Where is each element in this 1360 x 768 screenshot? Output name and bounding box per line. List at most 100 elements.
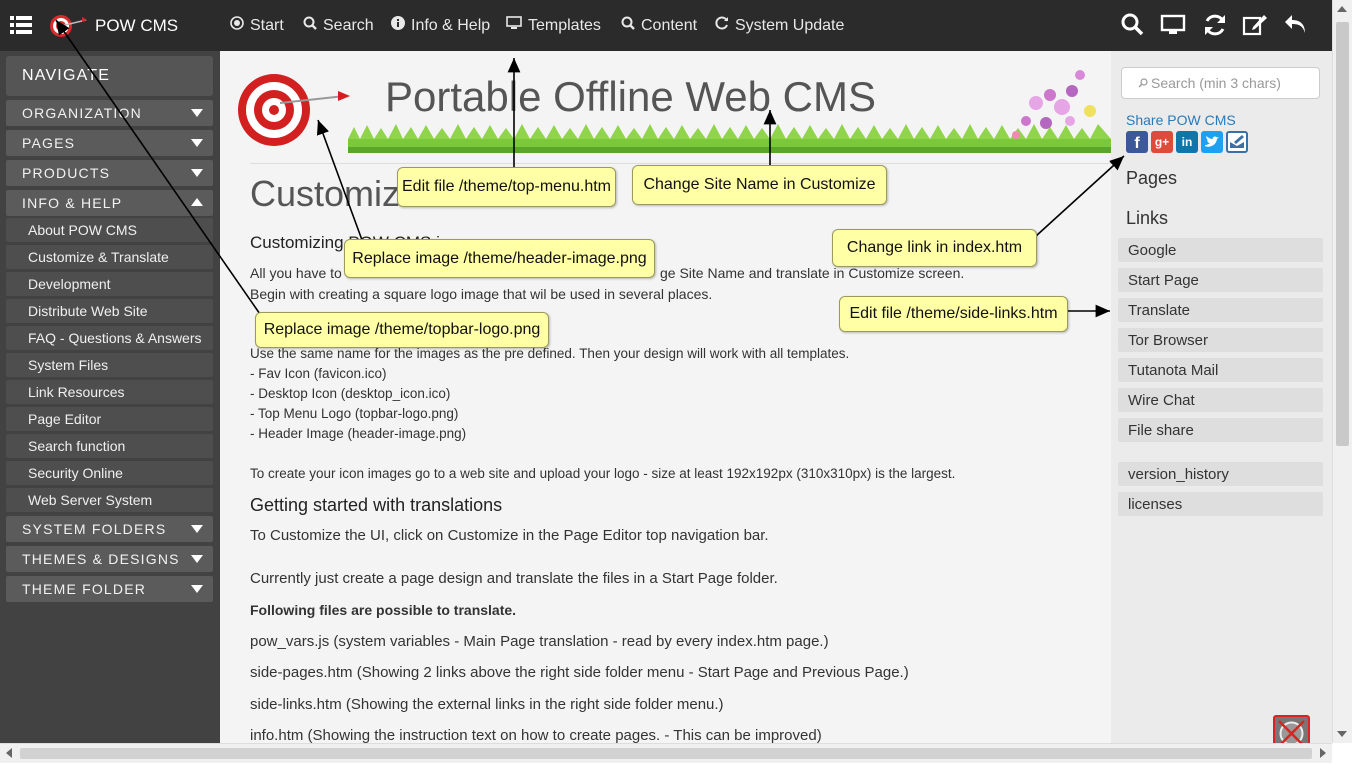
- section-themes-designs-label: THEMES & DESIGNS: [22, 551, 180, 567]
- section-products-label: PRODUCTS: [22, 165, 111, 181]
- link-version-history[interactable]: version_history: [1118, 462, 1323, 486]
- edit-icon[interactable]: [1242, 12, 1268, 38]
- translations-heading: Getting started with translations: [250, 495, 503, 515]
- link-translate[interactable]: Translate: [1118, 298, 1323, 322]
- menu-content-label: Content: [641, 16, 698, 34]
- sidebar-item-web-server[interactable]: Web Server System: [6, 488, 213, 512]
- hamburger-menu-icon[interactable]: [10, 16, 32, 34]
- link-start-page[interactable]: Start Page: [1118, 268, 1323, 292]
- paragraph-1a: All you have to: [250, 265, 342, 281]
- note-header-image: Replace image /theme/header-image.png: [344, 239, 655, 278]
- chevron-down-icon: [191, 585, 203, 593]
- sidebar-item-distribute[interactable]: Distribute Web Site: [6, 299, 213, 323]
- page-title: Customiz: [250, 173, 401, 214]
- link-google[interactable]: Google: [1118, 238, 1323, 262]
- pages-heading: Pages: [1126, 168, 1178, 188]
- section-organization-label: ORGANIZATION: [22, 105, 142, 121]
- google-plus-icon[interactable]: g+: [1151, 131, 1173, 153]
- section-system-folders[interactable]: SYSTEM FOLDERS: [6, 516, 213, 542]
- sidebar-item-page-editor[interactable]: Page Editor: [6, 407, 213, 431]
- right-sidebar: Search (min 3 chars) Share POW CMS f g+ …: [1111, 51, 1332, 752]
- horizontal-scrollbar[interactable]: [0, 743, 1332, 763]
- sidebar-item-faq[interactable]: FAQ - Questions & Answers: [6, 326, 213, 350]
- section-pages[interactable]: PAGES: [6, 130, 213, 156]
- search-icon: [1138, 75, 1148, 91]
- facebook-icon[interactable]: f: [1126, 131, 1148, 153]
- file-item: side-pages.htm (Showing 2 links above th…: [250, 664, 909, 681]
- sidebar-item-security-online[interactable]: Security Online: [6, 461, 213, 485]
- sidebar-item-link-resources[interactable]: Link Resources: [6, 380, 213, 404]
- sidebar-item-search-function[interactable]: Search function: [6, 434, 213, 458]
- back-arrow-icon[interactable]: [1283, 12, 1309, 38]
- sidebar-item-about[interactable]: About POW CMS: [6, 218, 213, 242]
- monitor-icon[interactable]: [1160, 12, 1186, 38]
- chevron-down-icon: [191, 139, 203, 147]
- menu-info-help[interactable]: Info & Help: [391, 0, 490, 51]
- link-wire-chat[interactable]: Wire Chat: [1118, 388, 1323, 412]
- paragraph-4: To create your icon images go to a web s…: [250, 466, 956, 481]
- navigate-heading: NAVIGATE: [6, 56, 213, 96]
- list-item: - Header Image (header-image.png): [250, 426, 467, 441]
- scroll-up-icon[interactable]: [1337, 6, 1347, 12]
- main-content: Portable Offline Web CMS Customiz Custom…: [220, 51, 1111, 743]
- scroll-thumb[interactable]: [1336, 22, 1349, 446]
- note-topbar-logo: Replace image /theme/topbar-logo.png: [255, 312, 549, 348]
- email-icon[interactable]: [1226, 131, 1248, 153]
- menu-system-update[interactable]: System Update: [715, 0, 844, 51]
- chevron-down-icon: [191, 555, 203, 563]
- twitter-icon[interactable]: [1201, 131, 1223, 153]
- scroll-down-icon[interactable]: [1337, 731, 1347, 737]
- link-file-share[interactable]: File share: [1118, 418, 1323, 442]
- search-icon: [621, 16, 635, 35]
- search-input[interactable]: Search (min 3 chars): [1121, 67, 1320, 99]
- paragraph-3: Use the same name for the images as the …: [250, 346, 850, 361]
- topbar-logo[interactable]: [48, 12, 88, 40]
- sidebar-item-development[interactable]: Development: [6, 272, 213, 296]
- menu-templates-label: Templates: [528, 16, 601, 34]
- section-products[interactable]: PRODUCTS: [6, 160, 213, 186]
- section-system-folders-label: SYSTEM FOLDERS: [22, 521, 167, 537]
- bold-text: Following files are possible to translat…: [250, 602, 517, 618]
- menu-search-label: Search: [323, 16, 374, 34]
- chevron-down-icon: [191, 525, 203, 533]
- section-themes-designs[interactable]: THEMES & DESIGNS: [6, 546, 213, 572]
- note-side-links: Edit file /theme/side-links.htm: [839, 296, 1068, 332]
- section-organization[interactable]: ORGANIZATION: [6, 100, 213, 126]
- menu-content[interactable]: Content: [621, 0, 697, 51]
- refresh-icon[interactable]: [1202, 12, 1228, 38]
- menu-start[interactable]: Start: [230, 0, 284, 51]
- section-theme-folder-label: THEME FOLDER: [22, 581, 147, 597]
- linkedin-icon[interactable]: in: [1176, 131, 1198, 153]
- note-index-link: Change link in index.htm: [832, 229, 1037, 267]
- section-theme-folder[interactable]: THEME FOLDER: [6, 576, 213, 602]
- top-navigation-bar: POW CMS Start Search Info & Help Templat…: [0, 0, 1332, 51]
- divider: [250, 163, 1111, 164]
- link-tor-browser[interactable]: Tor Browser: [1118, 328, 1323, 352]
- paragraph-6: Currently just create a page design and …: [250, 570, 778, 587]
- chevron-down-icon: [191, 169, 203, 177]
- scroll-left-icon[interactable]: [6, 748, 12, 758]
- sidebar-item-customize[interactable]: Customize & Translate: [6, 245, 213, 269]
- menu-templates[interactable]: Templates: [506, 0, 601, 51]
- paragraph-2: Begin with creating a square logo image …: [250, 286, 713, 302]
- link-licenses[interactable]: licenses: [1118, 492, 1323, 516]
- search-icon[interactable]: [1120, 12, 1146, 38]
- brand-name[interactable]: POW CMS: [95, 0, 178, 51]
- section-info-help-label: INFO & HELP: [22, 195, 123, 211]
- scroll-right-icon[interactable]: [1320, 748, 1326, 758]
- chevron-up-icon: [191, 198, 203, 206]
- menu-start-label: Start: [250, 16, 284, 34]
- paragraph-1b: ge Site Name and translate in Customize …: [660, 265, 965, 281]
- scroll-thumb[interactable]: [20, 748, 1312, 759]
- list-item: - Desktop Icon (desktop_icon.ico): [250, 386, 451, 401]
- vertical-scrollbar[interactable]: [1332, 0, 1352, 743]
- sidebar-item-system-files[interactable]: System Files: [6, 353, 213, 377]
- file-item: pow_vars.js (system variables - Main Pag…: [250, 633, 829, 650]
- paragraph-5: To Customize the UI, click on Customize …: [250, 527, 769, 544]
- share-label[interactable]: Share POW CMS: [1126, 112, 1236, 128]
- link-tutanota-mail[interactable]: Tutanota Mail: [1118, 358, 1323, 382]
- radio-target-icon: [230, 16, 244, 35]
- menu-info-help-label: Info & Help: [411, 16, 491, 34]
- menu-search[interactable]: Search: [303, 0, 374, 51]
- section-info-help[interactable]: INFO & HELP: [6, 190, 213, 216]
